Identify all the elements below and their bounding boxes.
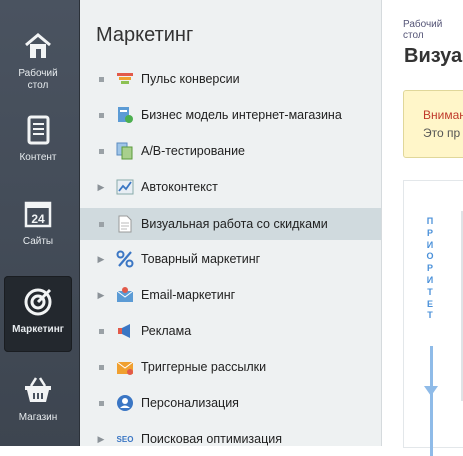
menu-item-label: Триггерные рассылки [141,360,267,374]
menu-item-seo[interactable]: ▶ SEO Поисковая оптимизация [80,423,381,455]
rail-label-marketing: Маркетинг [12,324,64,335]
expand-arrow-icon[interactable]: ▶ [95,290,107,301]
priority-arrow-shaft [430,346,433,456]
rail-item-sites[interactable]: 24 Сайты [4,188,72,264]
menu-item-label: Поисковая оптимизация [141,432,283,446]
warning-alert: Внимание Это пр [403,90,463,158]
megaphone-icon [116,322,134,340]
rail-item-marketing[interactable]: Маркетинг [4,276,72,352]
svg-text:SEO: SEO [117,435,134,444]
seo-icon: SEO [116,430,134,448]
menu-item-email-marketing[interactable]: ▶ Email-маркетинг [80,279,381,311]
rail-label-desktop: Рабочий стол [18,68,58,91]
bullet-marker [95,219,107,229]
menu-item-label: Визуальная работа со скидками [141,217,328,231]
menu-item-product-marketing[interactable]: ▶ Товарный маркетинг [80,243,381,275]
menu-item-personalization[interactable]: Персонализация [80,387,381,419]
home-icon [25,33,51,58]
alert-text: Это пр [423,126,461,140]
svg-text:24: 24 [31,212,45,226]
expand-arrow-icon[interactable]: ▶ [95,182,107,193]
menu-item-label: Персонализация [141,396,239,410]
menu-item-autocontext[interactable]: ▶ Автоконтекст [80,171,381,203]
menu-item-ab-testing[interactable]: A/B-тестирование [80,135,381,167]
priority-label: ПРИОРИТЕТ [426,216,434,321]
bullet-marker [95,146,107,156]
document-icon [27,115,50,145]
email-icon [116,286,134,304]
menu-item-label: Товарный маркетинг [141,252,261,266]
chart-icon [116,178,134,196]
menu-item-label: Реклама [141,324,192,338]
rail-item-content[interactable]: Контент [4,104,72,180]
funnel-icon [116,70,134,88]
trigger-mail-icon [116,358,134,376]
menu-item-label: Email-маркетинг [141,288,236,302]
bullet-marker [95,74,107,84]
bullet-marker [95,362,107,372]
expand-arrow-icon[interactable]: ▶ [95,434,107,445]
target-icon [24,288,52,316]
menu-item-advertising[interactable]: Реклама [80,315,381,347]
expand-arrow-icon[interactable]: ▶ [95,254,107,265]
breadcrumb[interactable]: Рабочий стол [403,19,463,41]
menu-item-business-model[interactable]: Бизнес модель интернет-магазина [80,99,381,131]
priority-arrow-icon [424,386,438,396]
menu-item-label: A/B-тестирование [141,144,245,158]
rail-item-desktop[interactable]: Рабочий стол [4,20,72,96]
menu-item-label: Бизнес модель интернет-магазина [141,108,342,122]
rail-label-shop: Магазин [18,412,58,423]
ab-test-icon [116,142,134,160]
menu-item-visual-discounts[interactable]: Визуальная работа со скидками [80,208,381,240]
marketing-menu-panel: Маркетинг Пульс конверсии Бизнес модель … [80,0,382,446]
calendar-icon: 24 [24,201,52,228]
bullet-marker [95,110,107,120]
priority-diagram: ПРИОРИТЕТ [403,180,463,456]
alert-heading: Внимание [423,108,463,122]
business-model-icon [116,106,134,124]
rail-label-content: Контент [19,152,57,163]
menu-item-label: Автоконтекст [141,180,218,194]
left-navigation-rail: Рабочийстол Контент 24 Сайты Маркетинг [0,0,80,446]
basket-icon [25,377,51,402]
page-icon [116,215,134,233]
person-icon [116,394,134,412]
bullet-marker [95,326,107,336]
page-title: Визуа [404,45,463,67]
rail-item-shop[interactable]: Магазин [4,364,72,440]
menu-item-trigger-mailings[interactable]: Триггерные рассылки [80,351,381,383]
menu-item-label: Пульс конверсии [141,72,240,86]
menu-title: Маркетинг [96,24,194,46]
rail-label-sites: Сайты [22,236,54,247]
percent-icon [116,250,134,268]
bullet-marker [95,398,107,408]
menu-item-conversion-pulse[interactable]: Пульс конверсии [80,63,381,95]
